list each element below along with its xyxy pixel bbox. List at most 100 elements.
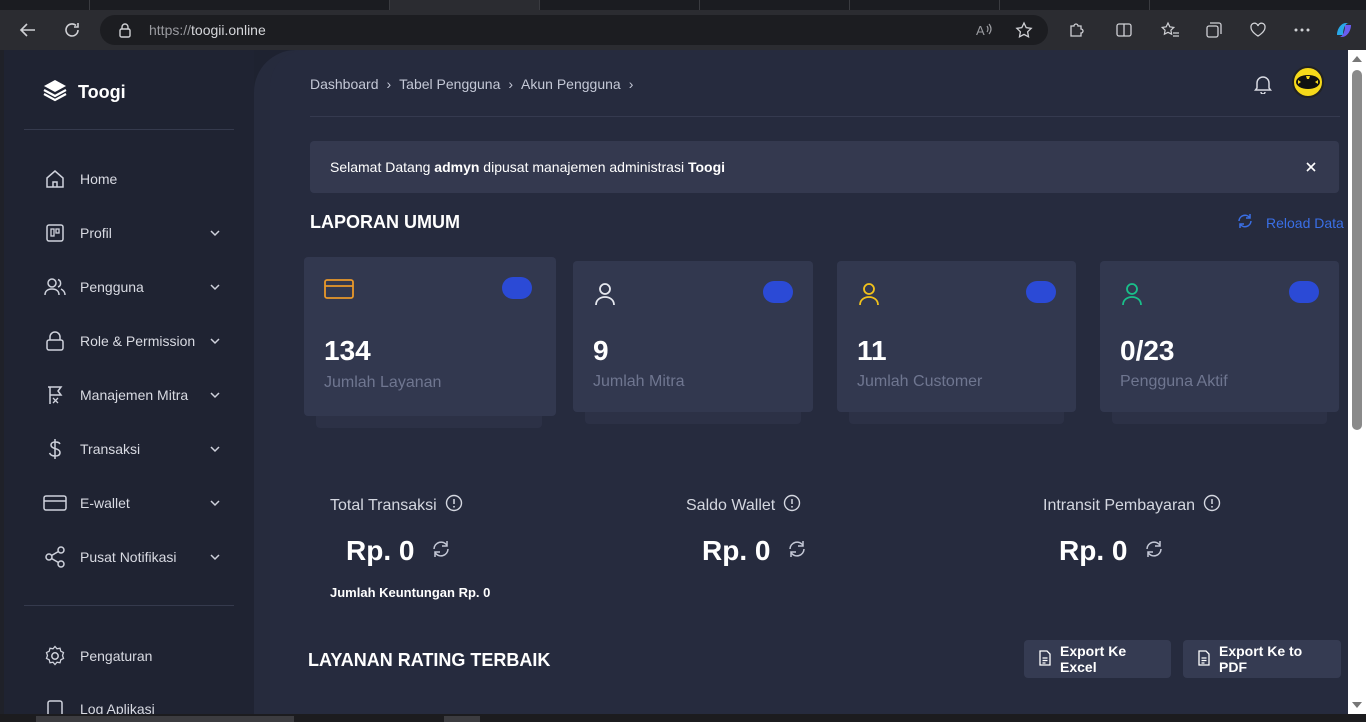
scrollbar-thumb[interactable] bbox=[1352, 70, 1362, 430]
browser-tab[interactable] bbox=[540, 0, 700, 10]
welcome-message: Selamat Datang admyn dipusat manajemen a… bbox=[330, 159, 726, 175]
export-excel-button[interactable]: Export Ke Excel bbox=[1024, 640, 1171, 678]
sidebar-divider bbox=[24, 129, 234, 130]
card-shadow bbox=[585, 412, 801, 424]
scroll-down-arrow-icon[interactable] bbox=[1352, 702, 1362, 708]
extensions-icon[interactable] bbox=[1064, 18, 1088, 42]
address-bar[interactable]: https://toogii.online bbox=[100, 15, 1048, 45]
info-icon[interactable] bbox=[783, 494, 801, 517]
browser-tab-active[interactable] bbox=[390, 0, 540, 10]
bell-icon[interactable] bbox=[1254, 74, 1272, 99]
reload-data-button[interactable]: Reload Data bbox=[1236, 212, 1344, 233]
toggle-pill[interactable] bbox=[1026, 281, 1056, 303]
export-pdf-button[interactable]: Export Ke to PDF bbox=[1183, 640, 1341, 678]
users-icon bbox=[42, 274, 68, 300]
sidebar-item-transaksi[interactable]: Transaksi bbox=[42, 431, 222, 467]
page-scrollbar[interactable] bbox=[1348, 50, 1366, 714]
browser-tab[interactable] bbox=[850, 0, 1000, 10]
main-content: Dashboard › Tabel Pengguna › Akun Penggu… bbox=[270, 50, 1348, 714]
export-pdf-label: Export Ke to PDF bbox=[1219, 643, 1303, 675]
finance-total-transaksi: Total Transaksi Rp. 0 bbox=[330, 494, 463, 567]
avatar[interactable] bbox=[1292, 66, 1324, 98]
sidebar-item-pengaturan[interactable]: Pengaturan bbox=[42, 638, 222, 674]
collections-icon[interactable] bbox=[1202, 18, 1226, 42]
horizontal-scrollbar[interactable] bbox=[0, 714, 1366, 722]
sidebar-item-role-permission[interactable]: Role & Permission bbox=[42, 323, 222, 359]
layers-logo-icon bbox=[42, 78, 68, 107]
brand-name: Toogi bbox=[78, 82, 126, 102]
sidebar-item-label: Log Aplikasi bbox=[80, 701, 155, 714]
sidebar-item-pengguna[interactable]: Pengguna bbox=[42, 269, 222, 305]
sidebar-item-label: Role & Permission bbox=[80, 333, 196, 349]
read-aloud-icon[interactable]: A bbox=[972, 18, 996, 42]
card-shadow bbox=[1112, 412, 1327, 424]
refresh-icon bbox=[1236, 212, 1254, 233]
share-icon bbox=[42, 544, 68, 570]
profile-card-icon bbox=[42, 220, 68, 246]
home-icon bbox=[42, 166, 68, 192]
sidebar-item-label: Manajemen Mitra bbox=[80, 387, 189, 403]
browser-tab[interactable] bbox=[0, 0, 90, 10]
toggle-pill[interactable] bbox=[1289, 281, 1319, 303]
browser-essentials-icon[interactable] bbox=[1246, 18, 1270, 42]
sidebar-item-home[interactable]: Home bbox=[42, 161, 222, 197]
split-screen-icon[interactable] bbox=[1112, 18, 1136, 42]
more-menu-icon[interactable] bbox=[1290, 18, 1314, 42]
browser-tab[interactable] bbox=[1000, 0, 1150, 10]
breadcrumb: Dashboard › Tabel Pengguna › Akun Penggu… bbox=[310, 76, 633, 92]
breadcrumb-tabel-pengguna[interactable]: Tabel Pengguna bbox=[399, 76, 500, 92]
copilot-icon[interactable] bbox=[1332, 18, 1356, 42]
favorite-star-icon[interactable] bbox=[1012, 18, 1036, 42]
user-icon bbox=[593, 281, 617, 312]
browser-tab[interactable] bbox=[700, 0, 850, 10]
finance-value: Rp. 0 bbox=[346, 535, 415, 566]
scroll-up-arrow-icon[interactable] bbox=[1352, 56, 1362, 62]
refresh-icon[interactable] bbox=[60, 18, 84, 42]
refresh-icon[interactable] bbox=[1143, 535, 1165, 567]
browser-tab[interactable] bbox=[90, 0, 390, 10]
toggle-pill[interactable] bbox=[502, 277, 532, 299]
favorites-list-icon[interactable] bbox=[1158, 18, 1182, 42]
info-icon[interactable] bbox=[445, 494, 463, 517]
chevron-down-icon bbox=[208, 442, 222, 456]
page: Toogi Home Profil Pengguna Role & Permis… bbox=[4, 50, 1348, 714]
stat-card-mitra[interactable]: 9 Jumlah Mitra bbox=[573, 261, 813, 424]
horizontal-scroll-thumb[interactable] bbox=[36, 716, 294, 722]
export-excel-label: Export Ke Excel bbox=[1060, 643, 1127, 675]
chevron-down-icon bbox=[208, 388, 222, 402]
partner-icon bbox=[42, 382, 68, 408]
chevron-down-icon bbox=[208, 280, 222, 294]
stat-card-pengguna-aktif[interactable]: 0/23 Pengguna Aktif bbox=[1100, 261, 1339, 424]
section-title-laporan: LAPORAN UMUM bbox=[310, 212, 460, 232]
back-icon[interactable] bbox=[16, 18, 40, 42]
toggle-pill[interactable] bbox=[763, 281, 793, 303]
dollar-icon bbox=[42, 436, 68, 462]
finance-title: Saldo Wallet bbox=[686, 496, 776, 514]
stat-card-customer[interactable]: 11 Jumlah Customer bbox=[837, 261, 1076, 424]
info-icon[interactable] bbox=[1203, 494, 1221, 517]
credit-card-icon bbox=[324, 277, 354, 306]
lock-icon bbox=[118, 22, 132, 43]
stat-value: 9 bbox=[593, 335, 609, 366]
brand[interactable]: Toogi bbox=[42, 78, 126, 107]
breadcrumb-separator-icon: › bbox=[386, 76, 392, 92]
breadcrumb-dashboard[interactable]: Dashboard bbox=[310, 76, 379, 92]
horizontal-scroll-thumb[interactable] bbox=[444, 716, 480, 722]
sidebar-item-manajemen-mitra[interactable]: Manajemen Mitra bbox=[42, 377, 222, 413]
refresh-icon[interactable] bbox=[430, 535, 452, 567]
refresh-icon[interactable] bbox=[786, 535, 808, 567]
gear-icon bbox=[42, 643, 68, 669]
welcome-app-name: Toogi bbox=[687, 159, 726, 175]
reload-data-label: Reload Data bbox=[1266, 214, 1344, 231]
sidebar-item-profil[interactable]: Profil bbox=[42, 215, 222, 251]
close-icon[interactable] bbox=[1303, 159, 1319, 175]
sidebar-item-e-wallet[interactable]: E-wallet bbox=[42, 485, 222, 521]
document-icon bbox=[1038, 649, 1052, 669]
sidebar-divider bbox=[24, 605, 234, 606]
sidebar-item-log-aplikasi[interactable]: Log Aplikasi bbox=[42, 691, 222, 714]
breadcrumb-akun-pengguna[interactable]: Akun Pengguna bbox=[521, 76, 621, 92]
stat-card-layanan[interactable]: 134 Jumlah Layanan bbox=[304, 257, 556, 428]
sidebar: Toogi Home Profil Pengguna Role & Permis… bbox=[4, 50, 254, 714]
wallet-card-icon bbox=[42, 490, 68, 516]
sidebar-item-pusat-notifikasi[interactable]: Pusat Notifikasi bbox=[42, 539, 222, 575]
